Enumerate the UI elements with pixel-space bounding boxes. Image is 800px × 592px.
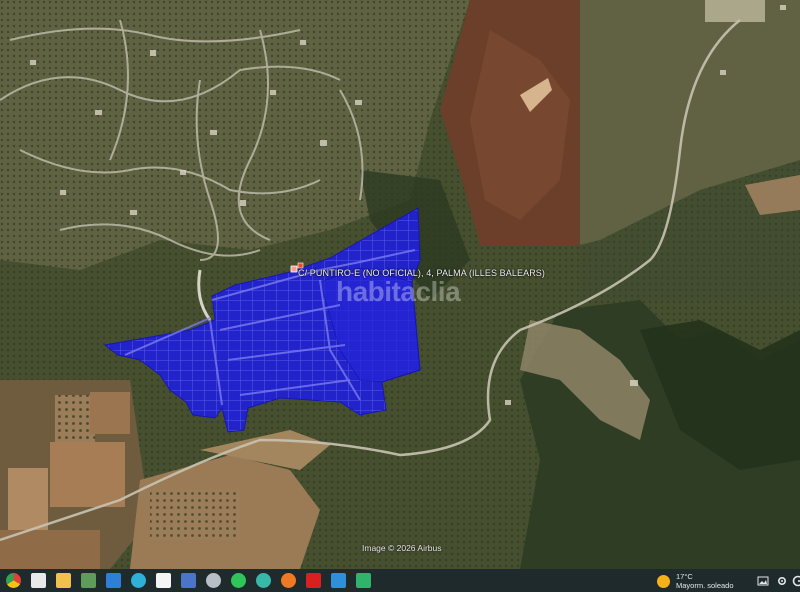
firefox-icon: [280, 573, 296, 588]
taskbar-item-app-2[interactable]: [77, 569, 99, 592]
folder-icon: [55, 573, 71, 588]
taskbar-item-chrome[interactable]: [2, 569, 24, 592]
document-icon: [155, 573, 171, 588]
taskbar-item-file-explorer[interactable]: [52, 569, 74, 592]
taskbar-item-firefox[interactable]: [277, 569, 299, 592]
taskbar-item-whatsapp[interactable]: [227, 569, 249, 592]
taskbar-item-app[interactable]: [27, 569, 49, 592]
edge-icon: [130, 573, 146, 588]
gear-icon[interactable]: [776, 575, 788, 587]
image-icon[interactable]: [757, 575, 769, 587]
chrome-icon: [5, 573, 21, 588]
app-icon: [355, 573, 371, 588]
photos-icon: [105, 573, 121, 588]
taskbar-item-document[interactable]: [152, 569, 174, 592]
google-icon[interactable]: [792, 575, 800, 587]
taskbar-item-app-6[interactable]: [352, 569, 374, 592]
taskbar-item-app-3[interactable]: [177, 569, 199, 592]
taskbar-item-cd[interactable]: [202, 569, 224, 592]
watermark: habitaclia: [336, 276, 461, 307]
taskbar-item-app-4[interactable]: [252, 569, 274, 592]
app-icon: [80, 573, 96, 588]
whatsapp-icon: [230, 573, 246, 588]
app-icon: [180, 573, 196, 588]
weather-widget[interactable]: 17°C Mayorm. soleado: [657, 572, 734, 590]
taskbar-item-acrobat[interactable]: [302, 569, 324, 592]
app-icon: [30, 573, 46, 588]
cd-icon: [205, 573, 221, 588]
app-icon: [255, 573, 271, 588]
weather-desc: Mayorm. soleado: [676, 581, 734, 590]
taskbar-item-edge[interactable]: [127, 569, 149, 592]
weather-temp: 17°C: [676, 572, 693, 581]
sun-icon: [657, 574, 670, 588]
taskbar-item-app-5[interactable]: [327, 569, 349, 592]
app-icon: [330, 573, 346, 588]
system-tray: [757, 575, 800, 587]
satellite-map[interactable]: C/ PUNTIRO-E (NO OFICIAL), 4, PALMA (ILL…: [0, 0, 800, 569]
acrobat-icon: [305, 573, 321, 588]
taskbar-item-photos[interactable]: [102, 569, 124, 592]
imagery-credit: Image © 2026 Airbus: [362, 543, 442, 553]
